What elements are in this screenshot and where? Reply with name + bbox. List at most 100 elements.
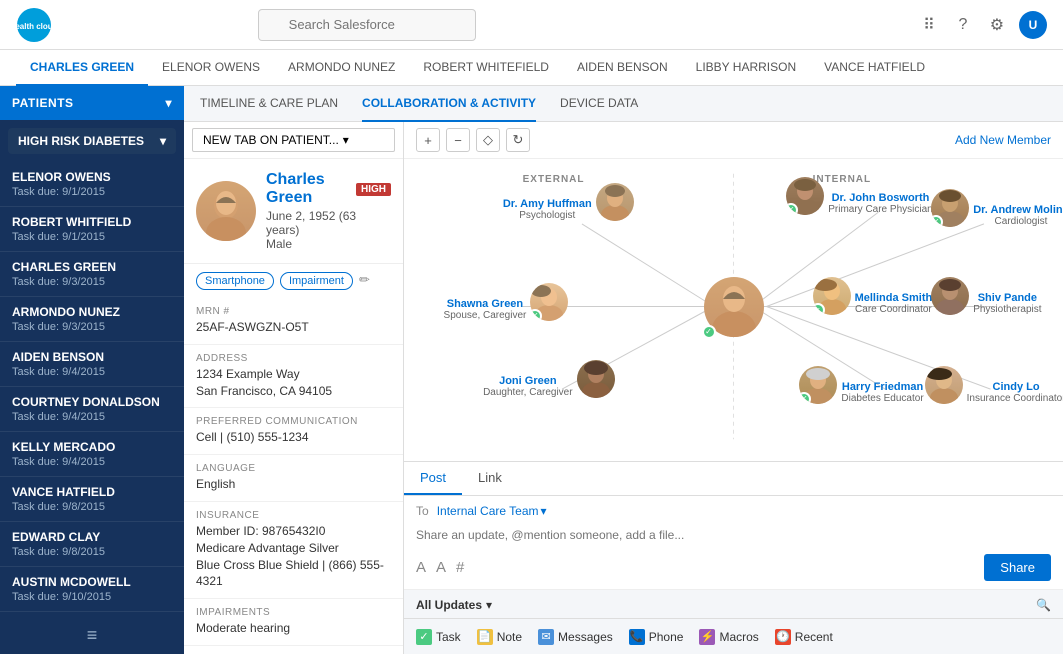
zoom-in-button[interactable]: +: [416, 128, 440, 152]
sidebar-patient-item[interactable]: ROBERT WHITFIELD Task due: 9/1/2015: [0, 207, 184, 252]
address-label: ADDRESS: [196, 353, 391, 364]
tab-device-data[interactable]: DEVICE DATA: [560, 86, 638, 122]
sidebar-patient-list: ELENOR OWENS Task due: 9/1/2015 ROBERT W…: [0, 162, 184, 617]
member-name-shiv: Shiv Pande: [973, 292, 1041, 304]
member-name-joni: Joni Green: [483, 375, 573, 387]
tab-timeline[interactable]: TIMELINE & CARE PLAN: [200, 86, 338, 122]
member-node-bosworth[interactable]: ✓ Dr. John Bosworth Primary Care Physici…: [786, 177, 932, 215]
text-format-icon[interactable]: A: [416, 559, 426, 576]
member-title-shiv: Physiotherapist: [973, 304, 1041, 315]
tool-recent[interactable]: 🕐 Recent: [775, 629, 833, 645]
patient-tab-robert-whitefield[interactable]: ROBERT WHITEFIELD: [409, 50, 563, 86]
help-icon[interactable]: ?: [951, 13, 975, 37]
sidebar-patient-item[interactable]: VANCE HATFIELD Task due: 9/8/2015: [0, 477, 184, 522]
patient-info-panel: NEW TAB ON PATIENT... ▾: [184, 122, 404, 654]
address-section: ADDRESS 1234 Example Way San Francisco, …: [184, 345, 403, 409]
mrn-label: MRN #: [196, 306, 391, 317]
member-node-shawna[interactable]: Shawna Green Spouse, Caregiver: [444, 283, 569, 321]
sidebar-patient-item[interactable]: ARMONDO NUNEZ Task due: 9/3/2015: [0, 297, 184, 342]
reset-button[interactable]: ◇: [476, 128, 500, 152]
patient-tab-elenor-owens[interactable]: ELENOR OWENS: [148, 50, 274, 86]
tool-task[interactable]: ✓ Task: [416, 629, 461, 645]
edit-tags-icon[interactable]: ✏: [359, 272, 370, 290]
refresh-button[interactable]: ↻: [506, 128, 530, 152]
sidebar-expand-icon[interactable]: ≡: [0, 617, 184, 654]
mention-icon[interactable]: A: [436, 559, 446, 576]
activity-panel: Post Link To Internal Care Team ▾: [404, 462, 1063, 618]
center-member-node[interactable]: ✓: [704, 277, 764, 337]
sidebar-patient-task: Task due: 9/4/2015: [12, 366, 172, 378]
patient-tab-libby-harrison[interactable]: LIBBY HARRISON: [682, 50, 810, 86]
member-node-mellinda[interactable]: ✓ Mellinda Smith Care Coordinator: [813, 277, 933, 315]
to-value[interactable]: Internal Care Team ▾: [437, 504, 547, 518]
filter-label: HIGH RISK DIABETES: [18, 134, 144, 148]
hashtag-icon[interactable]: #: [456, 559, 464, 576]
share-input[interactable]: [416, 524, 1051, 546]
patient-tab-armondo-nunez[interactable]: ARMONDO NUNEZ: [274, 50, 409, 86]
address-value: 1234 Example Way San Francisco, CA 94105: [196, 366, 391, 400]
sidebar-patient-item[interactable]: KELLY MERCADO Task due: 9/4/2015: [0, 432, 184, 477]
member-node-shiv[interactable]: Shiv Pande Physiotherapist: [931, 277, 1041, 315]
member-title-molina: Cardiologist: [973, 216, 1063, 227]
tool-note[interactable]: 📄 Note: [477, 629, 522, 645]
impairments-section: IMPAIRMENTS Moderate hearing: [184, 599, 403, 646]
member-node-cindy[interactable]: Cindy Lo Insurance Coordinator: [925, 366, 1063, 404]
member-title-cindy: Insurance Coordinator: [967, 393, 1063, 404]
patient-tab-aiden-benson[interactable]: AIDEN BENSON: [563, 50, 682, 86]
sidebar-patient-item[interactable]: CHARLES GREEN Task due: 9/3/2015: [0, 252, 184, 297]
sidebar-header[interactable]: PATIENTS ▾: [0, 86, 184, 120]
new-tab-label: NEW TAB ON PATIENT...: [203, 133, 339, 147]
zoom-out-button[interactable]: −: [446, 128, 470, 152]
sidebar-patient-task: Task due: 9/8/2015: [12, 501, 172, 513]
member-avatar-joni: [577, 360, 615, 398]
top-nav-right: ⠿ ? ⚙ U: [917, 11, 1047, 39]
tag-impairment[interactable]: Impairment: [280, 272, 353, 290]
share-button[interactable]: Share: [984, 554, 1051, 581]
member-title-shawna: Spouse, Caregiver: [444, 310, 527, 321]
sidebar-patient-task: Task due: 9/8/2015: [12, 546, 172, 558]
patient-tabs-bar: CHARLES GREEN ELENOR OWENS ARMONDO NUNEZ…: [0, 50, 1063, 86]
tab-link[interactable]: Link: [462, 462, 518, 495]
sidebar: PATIENTS ▾ HIGH RISK DIABETES ▾ ELENOR O…: [0, 86, 184, 654]
content-area: TIMELINE & CARE PLAN COLLABORATION & ACT…: [184, 86, 1063, 654]
member-node-molina[interactable]: ✓ Dr. Andrew Molina Cardiologist: [931, 189, 1063, 227]
sidebar-patient-item[interactable]: AUSTIN MCDOWELL Task due: 9/10/2015: [0, 567, 184, 612]
task-icon: ✓: [416, 629, 432, 645]
member-node-huffman[interactable]: Dr. Amy Huffman Psychologist: [503, 183, 634, 221]
language-label: LANGUAGE: [196, 463, 391, 474]
new-tab-button[interactable]: NEW TAB ON PATIENT... ▾: [192, 128, 395, 152]
center-check-icon: ✓: [702, 325, 716, 339]
search-input[interactable]: [258, 9, 476, 41]
tool-phone[interactable]: 📞 Phone: [629, 629, 684, 645]
sidebar-patient-item[interactable]: EDWARD CLAY Task due: 9/8/2015: [0, 522, 184, 567]
settings-icon[interactable]: ⚙: [985, 13, 1009, 37]
tool-macros[interactable]: ⚡ Macros: [699, 629, 758, 645]
member-name-huffman: Dr. Amy Huffman: [503, 198, 592, 210]
sidebar-patient-item[interactable]: AIDEN BENSON Task due: 9/4/2015: [0, 342, 184, 387]
sidebar-patient-item[interactable]: ELENOR OWENS Task due: 9/1/2015: [0, 162, 184, 207]
sidebar-patient-task: Task due: 9/1/2015: [12, 186, 172, 198]
tab-collaboration[interactable]: COLLABORATION & ACTIVITY: [362, 86, 536, 122]
sidebar-patient-item[interactable]: COURTNEY DONALDSON Task due: 9/4/2015: [0, 387, 184, 432]
tab-post[interactable]: Post: [404, 462, 462, 495]
user-avatar[interactable]: U: [1019, 11, 1047, 39]
patient-tab-vance-hatfield[interactable]: VANCE HATFIELD: [810, 50, 939, 86]
patient-info-header: Charles Green HIGH June 2, 1952 (63 year…: [184, 159, 403, 264]
tool-messages[interactable]: ✉ Messages: [538, 629, 613, 645]
tag-smartphone[interactable]: Smartphone: [196, 272, 274, 290]
add-member-button[interactable]: Add New Member: [955, 133, 1051, 147]
updates-label[interactable]: All Updates: [416, 598, 482, 612]
member-node-joni[interactable]: Joni Green Daughter, Caregiver: [483, 360, 615, 398]
patient-tab-charles-green[interactable]: CHARLES GREEN: [16, 50, 148, 86]
sidebar-filter[interactable]: HIGH RISK DIABETES ▾: [8, 128, 176, 154]
to-row: To Internal Care Team ▾: [416, 504, 1051, 518]
member-node-harry[interactable]: ✓ Harry Friedman Diabetes Educator: [799, 366, 923, 404]
grid-icon[interactable]: ⠿: [917, 13, 941, 37]
member-avatar-harry: ✓: [799, 366, 837, 404]
filter-chevron-icon: ▾: [160, 134, 166, 148]
search-updates-icon[interactable]: 🔍: [1036, 598, 1051, 612]
member-title-harry: Diabetes Educator: [841, 393, 923, 404]
sidebar-patient-name: VANCE HATFIELD: [12, 485, 172, 499]
macros-label: Macros: [719, 630, 758, 644]
compose-area: To Internal Care Team ▾ A A #: [404, 496, 1063, 590]
